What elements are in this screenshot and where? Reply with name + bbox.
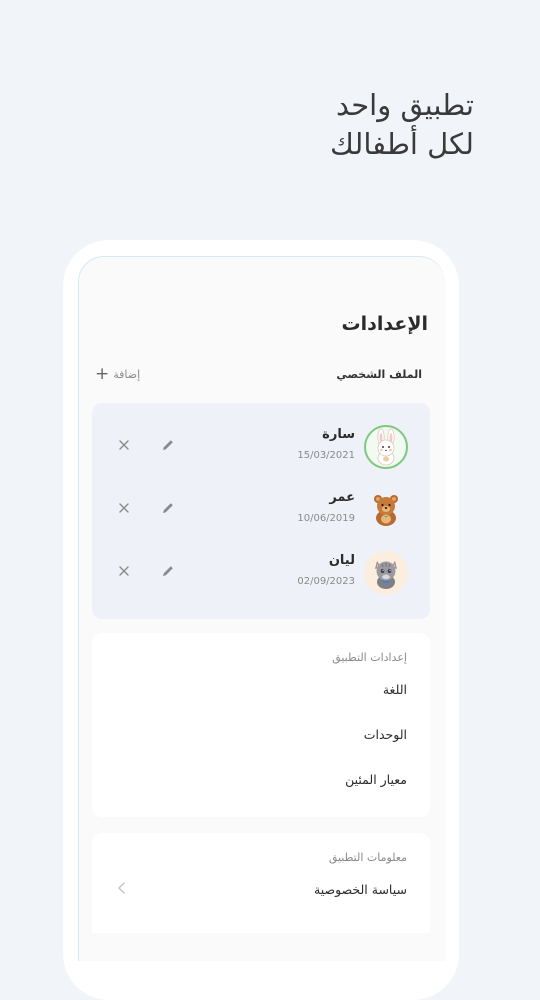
page-title: الإعدادات	[341, 313, 428, 335]
headline-line-2: لكل أطفالك	[330, 127, 474, 161]
units-setting[interactable]: الوحدات	[364, 727, 407, 742]
pencil-icon[interactable]	[160, 437, 176, 453]
profile-section-label: الملف الشخصي	[336, 368, 422, 381]
child-name: ليان	[328, 553, 355, 568]
child-row[interactable]: عمر 10/06/2019	[92, 488, 430, 538]
app-settings-title: إعدادات التطبيق	[332, 651, 407, 664]
plus-icon: +	[95, 364, 110, 384]
children-list: سارة 15/03/2021 عمر 10/06/2019 ليان 02/0…	[92, 403, 430, 619]
cat-avatar-icon	[364, 551, 408, 595]
child-row[interactable]: سارة 15/03/2021	[92, 425, 430, 475]
promo-headline: تطبيق واحد لكل أطفالك	[174, 86, 474, 164]
close-icon[interactable]	[116, 563, 132, 579]
child-name: عمر	[329, 490, 355, 505]
percentile-standard-setting[interactable]: معيار المئين	[345, 772, 407, 787]
pencil-icon[interactable]	[160, 500, 176, 516]
headline-line-1: تطبيق واحد	[336, 88, 474, 122]
pencil-icon[interactable]	[160, 563, 176, 579]
chevron-left-icon[interactable]	[116, 881, 128, 895]
close-icon[interactable]	[116, 500, 132, 516]
child-name: سارة	[322, 427, 355, 442]
add-child-label: إضافة	[113, 368, 141, 381]
child-row[interactable]: ليان 02/09/2023	[92, 551, 430, 601]
privacy-policy-item[interactable]: سياسة الخصوصية	[314, 882, 407, 897]
bear-avatar-icon	[364, 488, 408, 532]
close-icon[interactable]	[116, 437, 132, 453]
language-setting[interactable]: اللغة	[383, 682, 407, 697]
add-child-button[interactable]: + إضافة	[95, 366, 140, 383]
child-birthdate: 10/06/2019	[297, 513, 355, 524]
app-settings-card: إعدادات التطبيق اللغة الوحدات معيار المئ…	[92, 633, 430, 817]
child-birthdate: 02/09/2023	[297, 576, 355, 587]
app-info-title: معلومات التطبيق	[328, 851, 407, 864]
child-birthdate: 15/03/2021	[297, 450, 355, 461]
bunny-avatar-icon	[364, 425, 408, 469]
app-info-card: معلومات التطبيق سياسة الخصوصية	[92, 833, 430, 933]
settings-screen: الإعدادات الملف الشخصي + إضافة سارة 15/0…	[78, 256, 445, 961]
